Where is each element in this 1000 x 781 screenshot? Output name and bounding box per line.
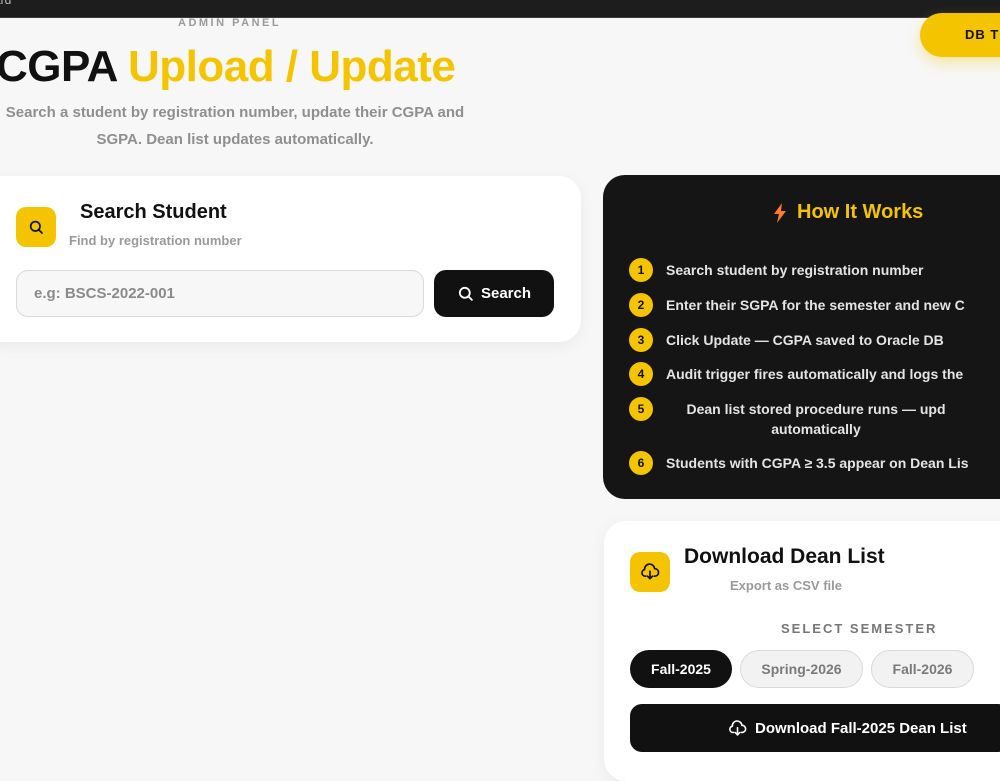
page-title: CGPA Upload / Update [0, 42, 456, 92]
step-text: Click Update — CGPA saved to Oracle DB [666, 332, 944, 348]
step-item: 5 Dean list stored procedure runs — upd … [629, 397, 966, 439]
step-number: 4 [629, 362, 653, 386]
step-item: 1 Search student by registration number [629, 258, 924, 282]
title-upload-update: Upload / Update [127, 42, 456, 91]
step-text: Dean list stored procedure runs — upd au… [686, 401, 946, 437]
search-icon [458, 286, 473, 301]
search-card-subtitle: Find by registration number [69, 233, 242, 248]
admin-panel-eyebrow: ADMIN PANEL [178, 17, 282, 29]
step-text: Audit trigger fires automatically and lo… [666, 366, 964, 382]
step-item: 6 Students with CGPA ≥ 3.5 appear on Dea… [629, 451, 969, 475]
how-it-works-title: How It Works [773, 201, 923, 224]
how-it-works-title-text: How It Works [797, 201, 924, 223]
download-dean-list-button[interactable]: Download Fall-2025 Dean List [630, 704, 1000, 752]
download-card-title: Download Dean List [684, 545, 885, 568]
title-cgpa: CGPA [0, 42, 117, 91]
how-it-works-card: How It Works 1 Search student by registr… [603, 175, 1000, 499]
browser-top-bar: ard [0, 0, 1000, 18]
search-button[interactable]: Search [434, 270, 554, 317]
step-text: Search student by registration number [666, 262, 924, 278]
cloud-download-icon [729, 719, 747, 736]
download-button-label: Download Fall-2025 Dean List [755, 719, 967, 737]
step-number: 5 [629, 397, 653, 421]
download-card-subtitle: Export as CSV file [730, 578, 842, 593]
semester-chip-fall-2026[interactable]: Fall-2026 [871, 650, 974, 688]
semester-chip-spring-2026[interactable]: Spring-2026 [740, 650, 863, 688]
step-number: 1 [629, 258, 653, 282]
step-number: 2 [629, 293, 653, 317]
search-button-label: Search [480, 285, 532, 302]
select-semester-label: SELECT SEMESTER [781, 621, 938, 636]
db-status-pill[interactable]: DB T [920, 13, 1000, 57]
step-text: Enter their SGPA for the semester and ne… [666, 297, 965, 313]
download-card-icon [630, 552, 670, 592]
lightning-icon [774, 202, 786, 223]
page-subtitle: Search a student by registration number,… [5, 104, 465, 148]
search-icon [29, 220, 43, 234]
cloud-download-icon [641, 563, 660, 580]
step-number: 3 [629, 328, 653, 352]
step-text: Students with CGPA ≥ 3.5 appear on Dean … [666, 455, 969, 471]
semester-chip-fall-2025[interactable]: Fall-2025 [630, 650, 732, 688]
step-item: 3 Click Update — CGPA saved to Oracle DB [629, 328, 944, 352]
registration-search-input[interactable] [16, 270, 424, 317]
step-number: 6 [629, 451, 653, 475]
step-item: 4 Audit trigger fires automatically and … [629, 362, 963, 386]
browser-tab-label[interactable]: ard [0, 0, 11, 7]
step-item: 2 Enter their SGPA for the semester and … [629, 293, 965, 317]
search-card-title: Search Student [80, 201, 227, 223]
search-card-icon [16, 207, 56, 247]
